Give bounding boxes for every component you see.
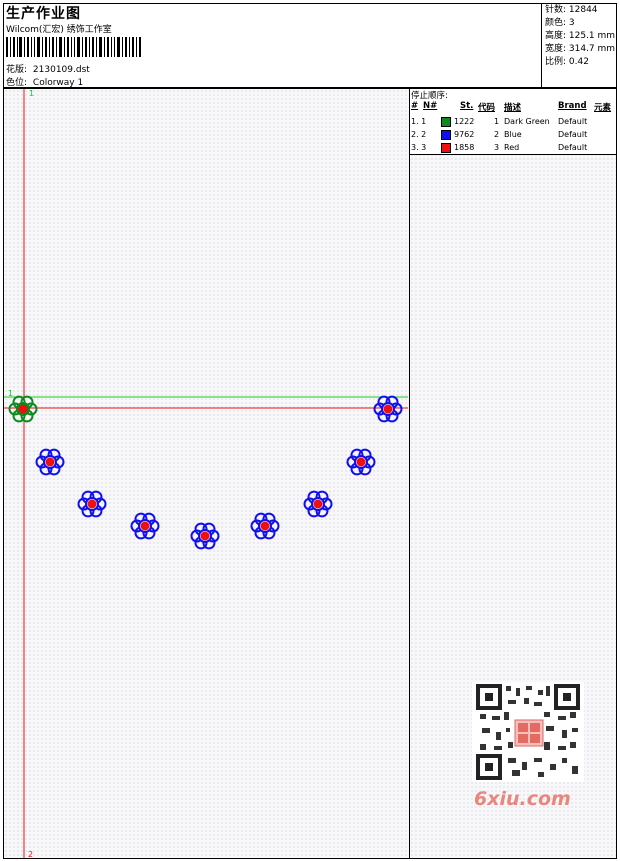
- marker-bottom: 2: [28, 850, 33, 859]
- flower-center: [260, 521, 270, 531]
- flower-center: [140, 521, 150, 531]
- flower-motif: [303, 490, 333, 518]
- qr-code-icon: [476, 684, 580, 780]
- flower-motif: [35, 448, 65, 476]
- flower-motif: [373, 395, 403, 423]
- marker-top: 1: [29, 89, 34, 98]
- flower-center: [87, 499, 97, 509]
- flower-motif: [250, 512, 280, 540]
- flower-motif: [8, 395, 38, 423]
- flower-center: [45, 457, 55, 467]
- watermark-logo: 6xiu.com: [474, 788, 571, 810]
- flower-center: [18, 404, 28, 414]
- flower-motif: [346, 448, 376, 476]
- flower-motif: [190, 522, 220, 550]
- qr-code: [472, 682, 584, 782]
- flower-center: [200, 531, 210, 541]
- flower-center: [356, 457, 366, 467]
- flower-motif: [130, 512, 160, 540]
- marker-mid: 1: [8, 389, 13, 398]
- flower-center: [313, 499, 323, 509]
- flower-motif: [77, 490, 107, 518]
- flower-center: [383, 404, 393, 414]
